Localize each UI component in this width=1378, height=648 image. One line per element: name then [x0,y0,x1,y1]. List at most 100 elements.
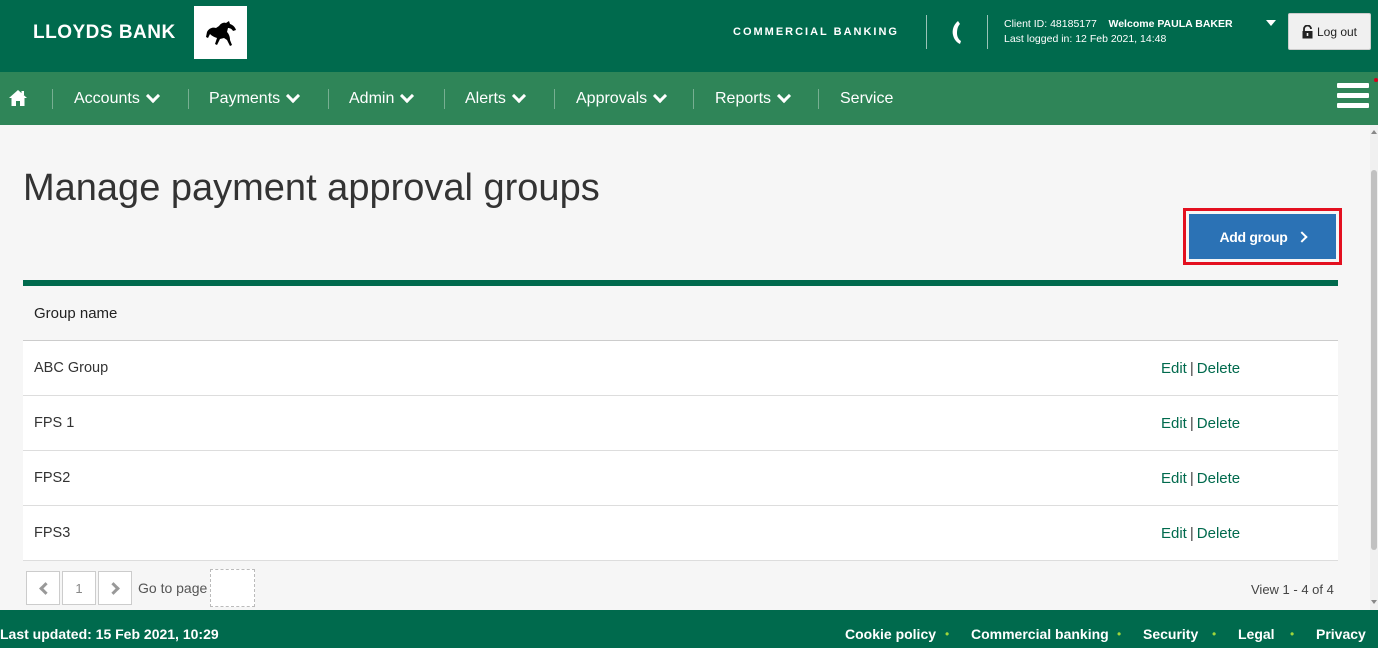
last-updated: Last updated: 15 Feb 2021, 10:29 [0,626,219,642]
footer-link-commercial-banking[interactable]: Commercial banking [971,626,1109,642]
nav-item-accounts[interactable]: Accounts [74,88,160,108]
footer-separator-dot: • [1117,627,1122,641]
footer-separator-dot: • [1290,627,1295,641]
header-divider [987,15,988,49]
home-icon[interactable] [8,89,28,107]
nav-item-label: Payments [209,90,281,107]
next-page-button[interactable] [98,571,132,605]
main-nav: Accounts Payments Admin Alerts Approvals… [0,72,1378,125]
group-name: FPS 1 [34,415,75,431]
menu-icon[interactable] [1337,83,1369,111]
nav-item-label: Alerts [465,90,506,107]
table-header: Group name [23,286,1338,341]
nav-divider [444,89,445,109]
scroll-up-icon[interactable] [1371,130,1377,134]
nav-item-label: Admin [349,90,395,107]
lock-icon [1302,24,1313,38]
action-separator: | [1189,525,1194,542]
action-separator: | [1189,360,1194,377]
phone-icon[interactable] [944,17,970,47]
delete-link[interactable]: Delete [1197,525,1240,542]
nav-item-label: Service [840,90,894,107]
chevron-down-icon [511,88,526,104]
row-actions: Edit | Delete [1161,396,1240,451]
edit-link[interactable]: Edit [1161,360,1187,377]
section-label: COMMERCIAL BANKING [733,26,899,38]
column-header-group-name: Group name [34,304,118,322]
chevron-down-icon [286,88,301,104]
logout-label: Log out [1316,24,1358,39]
nav-divider [693,89,694,109]
group-name: ABC Group [34,360,109,376]
nav-divider [818,89,819,109]
horse-logo-icon[interactable] [194,6,247,59]
brand-name[interactable]: LLOYDS BANK [33,22,176,44]
top-header: LLOYDS BANK COMMERCIAL BANKING Client ID… [0,0,1378,72]
nav-divider [554,89,555,109]
action-separator: | [1189,470,1194,487]
add-group-button[interactable]: Add group [1189,214,1336,259]
footer-link-legal[interactable]: Legal [1238,626,1275,642]
nav-item-admin[interactable]: Admin [349,88,415,108]
nav-item-approvals[interactable]: Approvals [576,88,668,108]
nav-item-alerts[interactable]: Alerts [465,88,526,108]
chevron-left-icon [38,581,52,595]
footer-separator-dot: • [1212,627,1217,641]
footer-link-security[interactable]: Security [1143,626,1198,642]
chevron-right-icon [106,581,120,595]
nav-item-label: Accounts [74,90,140,107]
pagination: 1 Go to page [26,569,256,607]
scroll-down-icon[interactable] [1371,600,1377,604]
row-actions: Edit | Delete [1161,451,1240,506]
last-logged-in: Last logged in: 12 Feb 2021, 14:48 [1004,33,1167,45]
edit-link[interactable]: Edit [1161,525,1187,542]
footer: Last updated: 15 Feb 2021, 10:29 Cookie … [0,610,1378,648]
row-actions: Edit | Delete [1161,506,1240,561]
chevron-down-icon [145,88,160,104]
table-row: FPS 1 Edit | Delete [23,396,1338,451]
logout-button[interactable]: Log out [1288,13,1371,50]
view-count: View 1 - 4 of 4 [1251,582,1334,597]
notification-dot [1374,78,1378,82]
footer-link-privacy[interactable]: Privacy [1316,626,1366,642]
edit-link[interactable]: Edit [1161,415,1187,432]
header-divider [926,15,927,49]
row-actions: Edit | Delete [1161,341,1240,396]
edit-link[interactable]: Edit [1161,470,1187,487]
caret-down-icon[interactable] [1266,20,1276,26]
current-page[interactable]: 1 [62,571,96,605]
nav-divider [52,89,53,109]
chevron-down-icon [776,88,792,104]
table-row: FPS3 Edit | Delete [23,506,1338,561]
nav-divider [188,89,189,109]
action-separator: | [1189,415,1194,432]
prev-page-button[interactable] [26,571,60,605]
delete-link[interactable]: Delete [1197,470,1240,487]
client-id: Client ID: 48185177 [1004,18,1097,30]
welcome-user[interactable]: Welcome PAULA BAKER [1109,18,1233,30]
nav-item-payments[interactable]: Payments [209,88,301,108]
delete-link[interactable]: Delete [1197,415,1240,432]
chevron-down-icon [400,88,415,104]
page-title: Manage payment approval groups [23,167,600,209]
goto-page-label: Go to page [138,580,208,596]
scrollbar-thumb[interactable] [1371,170,1377,550]
chevron-right-icon [1295,230,1308,243]
group-name: FPS3 [34,525,71,541]
nav-item-label: Approvals [576,90,648,107]
nav-item-service[interactable]: Service [840,90,893,108]
add-group-label: Add group [1219,228,1288,245]
chevron-down-icon [653,88,668,104]
table-row: FPS2 Edit | Delete [23,451,1338,506]
nav-item-reports[interactable]: Reports [715,88,792,108]
delete-link[interactable]: Delete [1197,360,1240,377]
table-row: ABC Group Edit | Delete [23,341,1338,396]
nav-item-label: Reports [715,90,772,107]
groups-table: Group name ABC Group Edit | Delete FPS 1… [23,280,1338,561]
group-name: FPS2 [34,470,71,486]
goto-page-input[interactable] [210,569,256,607]
nav-divider [328,89,329,109]
footer-link-cookie-policy[interactable]: Cookie policy [845,626,936,642]
footer-separator-dot: • [945,627,950,641]
client-info: Client ID: 48185177 Welcome PAULA BAKER … [1004,17,1233,47]
